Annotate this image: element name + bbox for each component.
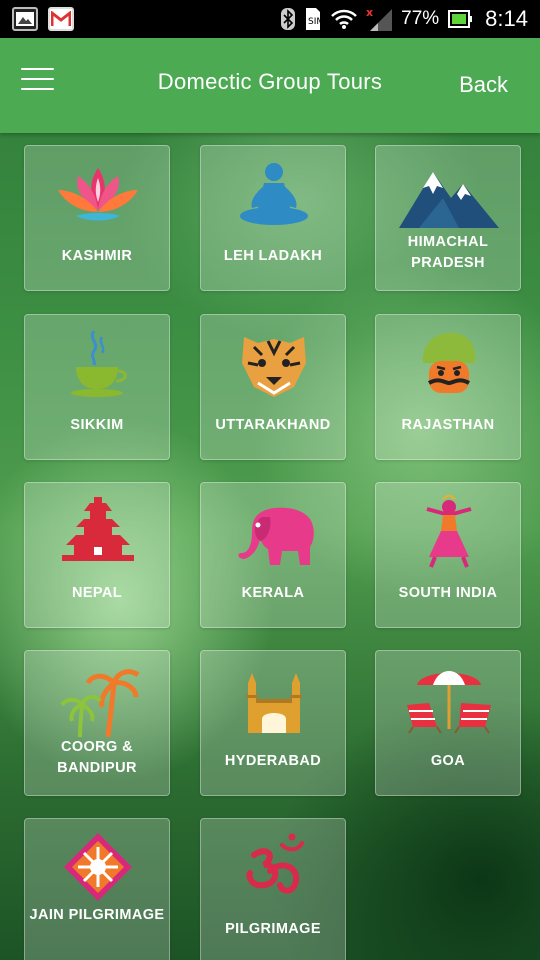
tile-label: HYDERABAD	[224, 753, 322, 769]
dancer-icon	[399, 495, 499, 569]
tile-nepal[interactable]: NEPAL	[24, 482, 170, 628]
beach-chairs-icon	[399, 663, 499, 737]
tile-kerala[interactable]: KERALA	[200, 482, 346, 628]
palm-tree-icon	[48, 663, 148, 737]
page-title: Domectic Group Tours	[157, 69, 383, 94]
tile-label: SOUTH INDIA	[398, 585, 498, 601]
gmail-icon	[48, 7, 74, 31]
svg-text:x: x	[366, 7, 373, 19]
tiger-icon	[224, 327, 324, 401]
tile-label: LEH LADAKH	[223, 248, 323, 264]
bluetooth-icon	[281, 8, 296, 30]
tile-label: COORG & BANDIPUR	[57, 739, 137, 776]
battery-icon	[448, 10, 473, 28]
signal-icon: x	[366, 7, 393, 31]
tile-coorg-bandipur[interactable]: COORG & BANDIPUR	[24, 650, 170, 796]
tile-hyderabad[interactable]: HYDERABAD	[200, 650, 346, 796]
tile-goa[interactable]: GOA	[375, 650, 521, 796]
turban-man-icon	[399, 327, 499, 401]
gallery-icon	[12, 7, 38, 31]
wifi-icon	[331, 9, 358, 29]
tile-south-india[interactable]: SOUTH INDIA	[375, 482, 521, 628]
background	[0, 0, 540, 960]
charminar-icon	[224, 663, 324, 737]
meditation-icon	[224, 158, 324, 232]
tile-label: SIKKIM	[70, 417, 124, 433]
tile-label: HIMACHAL PRADESH	[407, 234, 489, 271]
tile-label: NEPAL	[71, 585, 123, 601]
tile-leh-ladakh[interactable]: LEH LADAKH	[200, 145, 346, 291]
svg-text:SIM: SIM	[308, 17, 322, 27]
tile-label: RAJASTHAN	[401, 417, 495, 433]
om-icon	[224, 831, 324, 905]
tile-label: PILGRIMAGE	[225, 921, 321, 937]
sim-icon: SIM	[306, 8, 322, 30]
tea-cup-icon	[48, 327, 148, 401]
clock: 8:14	[485, 6, 528, 31]
tile-label: KERALA	[241, 585, 305, 601]
tile-kashmir[interactable]: KASHMIR	[24, 145, 170, 291]
jain-symbol-icon	[48, 831, 148, 905]
tile-label: UTTARAKHAND	[215, 417, 331, 433]
mountain-icon	[399, 158, 499, 232]
battery-percent: 77%	[401, 8, 440, 29]
elephant-icon	[224, 495, 324, 569]
tile-uttarakhand[interactable]: UTTARAKHAND	[200, 314, 346, 460]
tile-label: GOA	[430, 753, 466, 769]
back-button[interactable]: Back	[459, 72, 508, 98]
status-bar: SIM x 77% 8:14	[0, 0, 540, 38]
hamburger-menu-icon[interactable]	[21, 68, 54, 92]
tile-sikkim[interactable]: SIKKIM	[24, 314, 170, 460]
temple-icon	[48, 495, 148, 569]
tile-label: KASHMIR	[61, 248, 133, 264]
tile-pilgrimage[interactable]: PILGRIMAGE	[200, 818, 346, 960]
tile-label: JAIN PILGRIMAGE	[29, 907, 165, 923]
lotus-icon	[48, 158, 148, 232]
tile-himachal-pradesh[interactable]: HIMACHAL PRADESH	[375, 145, 521, 291]
tile-rajasthan[interactable]: RAJASTHAN	[375, 314, 521, 460]
tile-jain-pilgrimage[interactable]: JAIN PILGRIMAGE	[24, 818, 170, 960]
app-bar: Domectic Group Tours Back	[0, 38, 540, 133]
